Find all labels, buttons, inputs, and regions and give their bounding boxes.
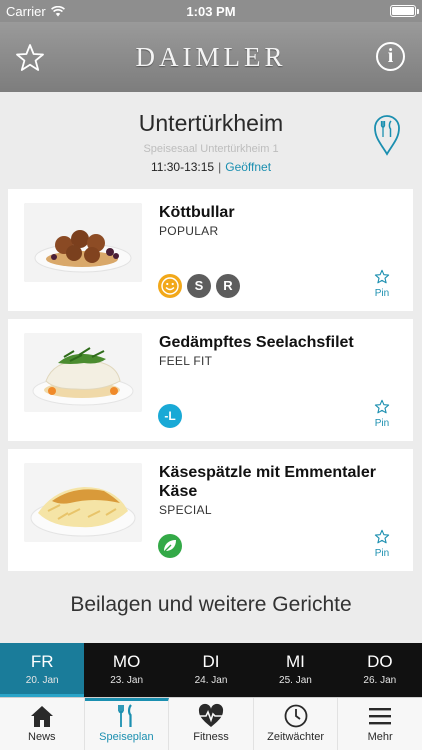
star-outline-icon [374, 529, 390, 544]
day-date: 20. Jan [25, 675, 59, 686]
dish-badges: -L [158, 404, 182, 428]
dish-badges: S R [158, 274, 240, 298]
pin-button[interactable]: Pin [371, 399, 393, 429]
tab-bar: News Speiseplan Fitness Zeitwächter Mehr [0, 697, 422, 750]
location-venue: Speisesaal Untertürkheim 1 [143, 143, 279, 155]
leaf-icon [158, 534, 182, 558]
dish-name: Köttbullar [159, 204, 235, 221]
dish-photo [24, 463, 142, 542]
star-outline-icon [374, 399, 390, 414]
dish-category: SPECIAL [159, 503, 212, 517]
day-tab-do[interactable]: DO 26. Jan [338, 643, 422, 697]
tab-zeitwaechter[interactable]: Zeitwächter [254, 698, 339, 750]
clock-icon [284, 704, 307, 728]
location-map-button[interactable] [373, 114, 401, 156]
dish-category: POPULAR [159, 224, 219, 238]
tab-label: Speiseplan [99, 731, 154, 743]
day-name: MI [285, 652, 305, 671]
dish-category: FEEL FIT [159, 354, 213, 368]
location-title: Untertürkheim [138, 110, 284, 136]
day-selector: FR 20. Jan MO 23. Jan DI 24. Jan MI 25. … [0, 643, 422, 697]
badge-s: S [187, 274, 211, 298]
info-button[interactable]: i [376, 42, 405, 71]
day-tab-mi[interactable]: MI 25. Jan [253, 643, 337, 697]
smiley-icon [158, 274, 182, 298]
day-date: 25. Jan [279, 675, 312, 686]
hours-separator: | [218, 160, 222, 174]
heart-pulse-icon [198, 703, 224, 727]
menu-icon [369, 708, 392, 725]
star-outline-icon [374, 269, 390, 284]
menu-item-card[interactable]: Köttbullar POPULAR S R Pin [8, 189, 413, 311]
tab-label: Mehr [367, 731, 393, 743]
tab-label: Fitness [193, 731, 229, 743]
pin-button[interactable]: Pin [371, 269, 393, 299]
tab-fitness[interactable]: Fitness [169, 698, 254, 750]
tab-label: News [28, 731, 56, 743]
pin-label: Pin [374, 288, 390, 299]
pin-label: Pin [374, 418, 390, 429]
brand-logo: DAIMLER [135, 42, 287, 72]
tab-news[interactable]: News [0, 698, 85, 750]
day-date: 23. Jan [110, 675, 144, 686]
hours-value: 11:30-13:15 [150, 160, 215, 174]
pin-label: Pin [374, 548, 390, 559]
clock-time: 1:03 PM [186, 4, 236, 19]
location-header: Untertürkheim Speisesaal Untertürkheim 1… [0, 92, 422, 188]
dish-name: Käsespätzle mit Emmentaler Käse [159, 464, 376, 500]
menu-item-card[interactable]: Käsespätzle mit Emmentaler Käse SPECIAL … [8, 449, 413, 571]
day-date: 24. Jan [194, 675, 228, 686]
info-icon: i [387, 45, 394, 67]
dish-badges [158, 534, 182, 558]
fork-knife-icon [118, 704, 133, 727]
day-name: FR [30, 652, 54, 671]
dish-name: Gedämpftes Seelachsfilet [159, 334, 354, 351]
day-name: DI [202, 652, 220, 671]
map-pin-fork-knife-icon [374, 115, 400, 156]
day-tab-mo[interactable]: MO 23. Jan [84, 643, 168, 697]
day-date: 26. Jan [363, 675, 397, 686]
tab-label: Zeitwächter [267, 731, 324, 743]
day-name: DO [367, 652, 393, 671]
home-icon [30, 706, 53, 727]
pin-button[interactable]: Pin [371, 529, 393, 559]
tab-speiseplan[interactable]: Speiseplan [84, 698, 170, 750]
navigation-bar: DAIMLER i [0, 22, 422, 92]
tab-mehr[interactable]: Mehr [338, 698, 422, 750]
badge-light: -L [158, 404, 182, 428]
open-status: Geöffnet [225, 160, 272, 174]
dish-photo [24, 203, 142, 282]
badge-r: R [216, 274, 240, 298]
dish-photo [24, 333, 142, 412]
status-bar: Carrier 1:03 PM [0, 0, 422, 22]
day-tab-di[interactable]: DI 24. Jan [169, 643, 253, 697]
battery-icon [390, 5, 419, 17]
day-name: MO [112, 652, 141, 671]
day-tab-fr[interactable]: FR 20. Jan [0, 643, 85, 697]
side-dishes-heading: Beilagen und weitere Gerichte [70, 593, 352, 616]
opening-hours: 11:30-13:15 | Geöffnet [0, 160, 422, 174]
menu-item-card[interactable]: Gedämpftes Seelachsfilet FEEL FIT -L Pin [8, 319, 413, 441]
